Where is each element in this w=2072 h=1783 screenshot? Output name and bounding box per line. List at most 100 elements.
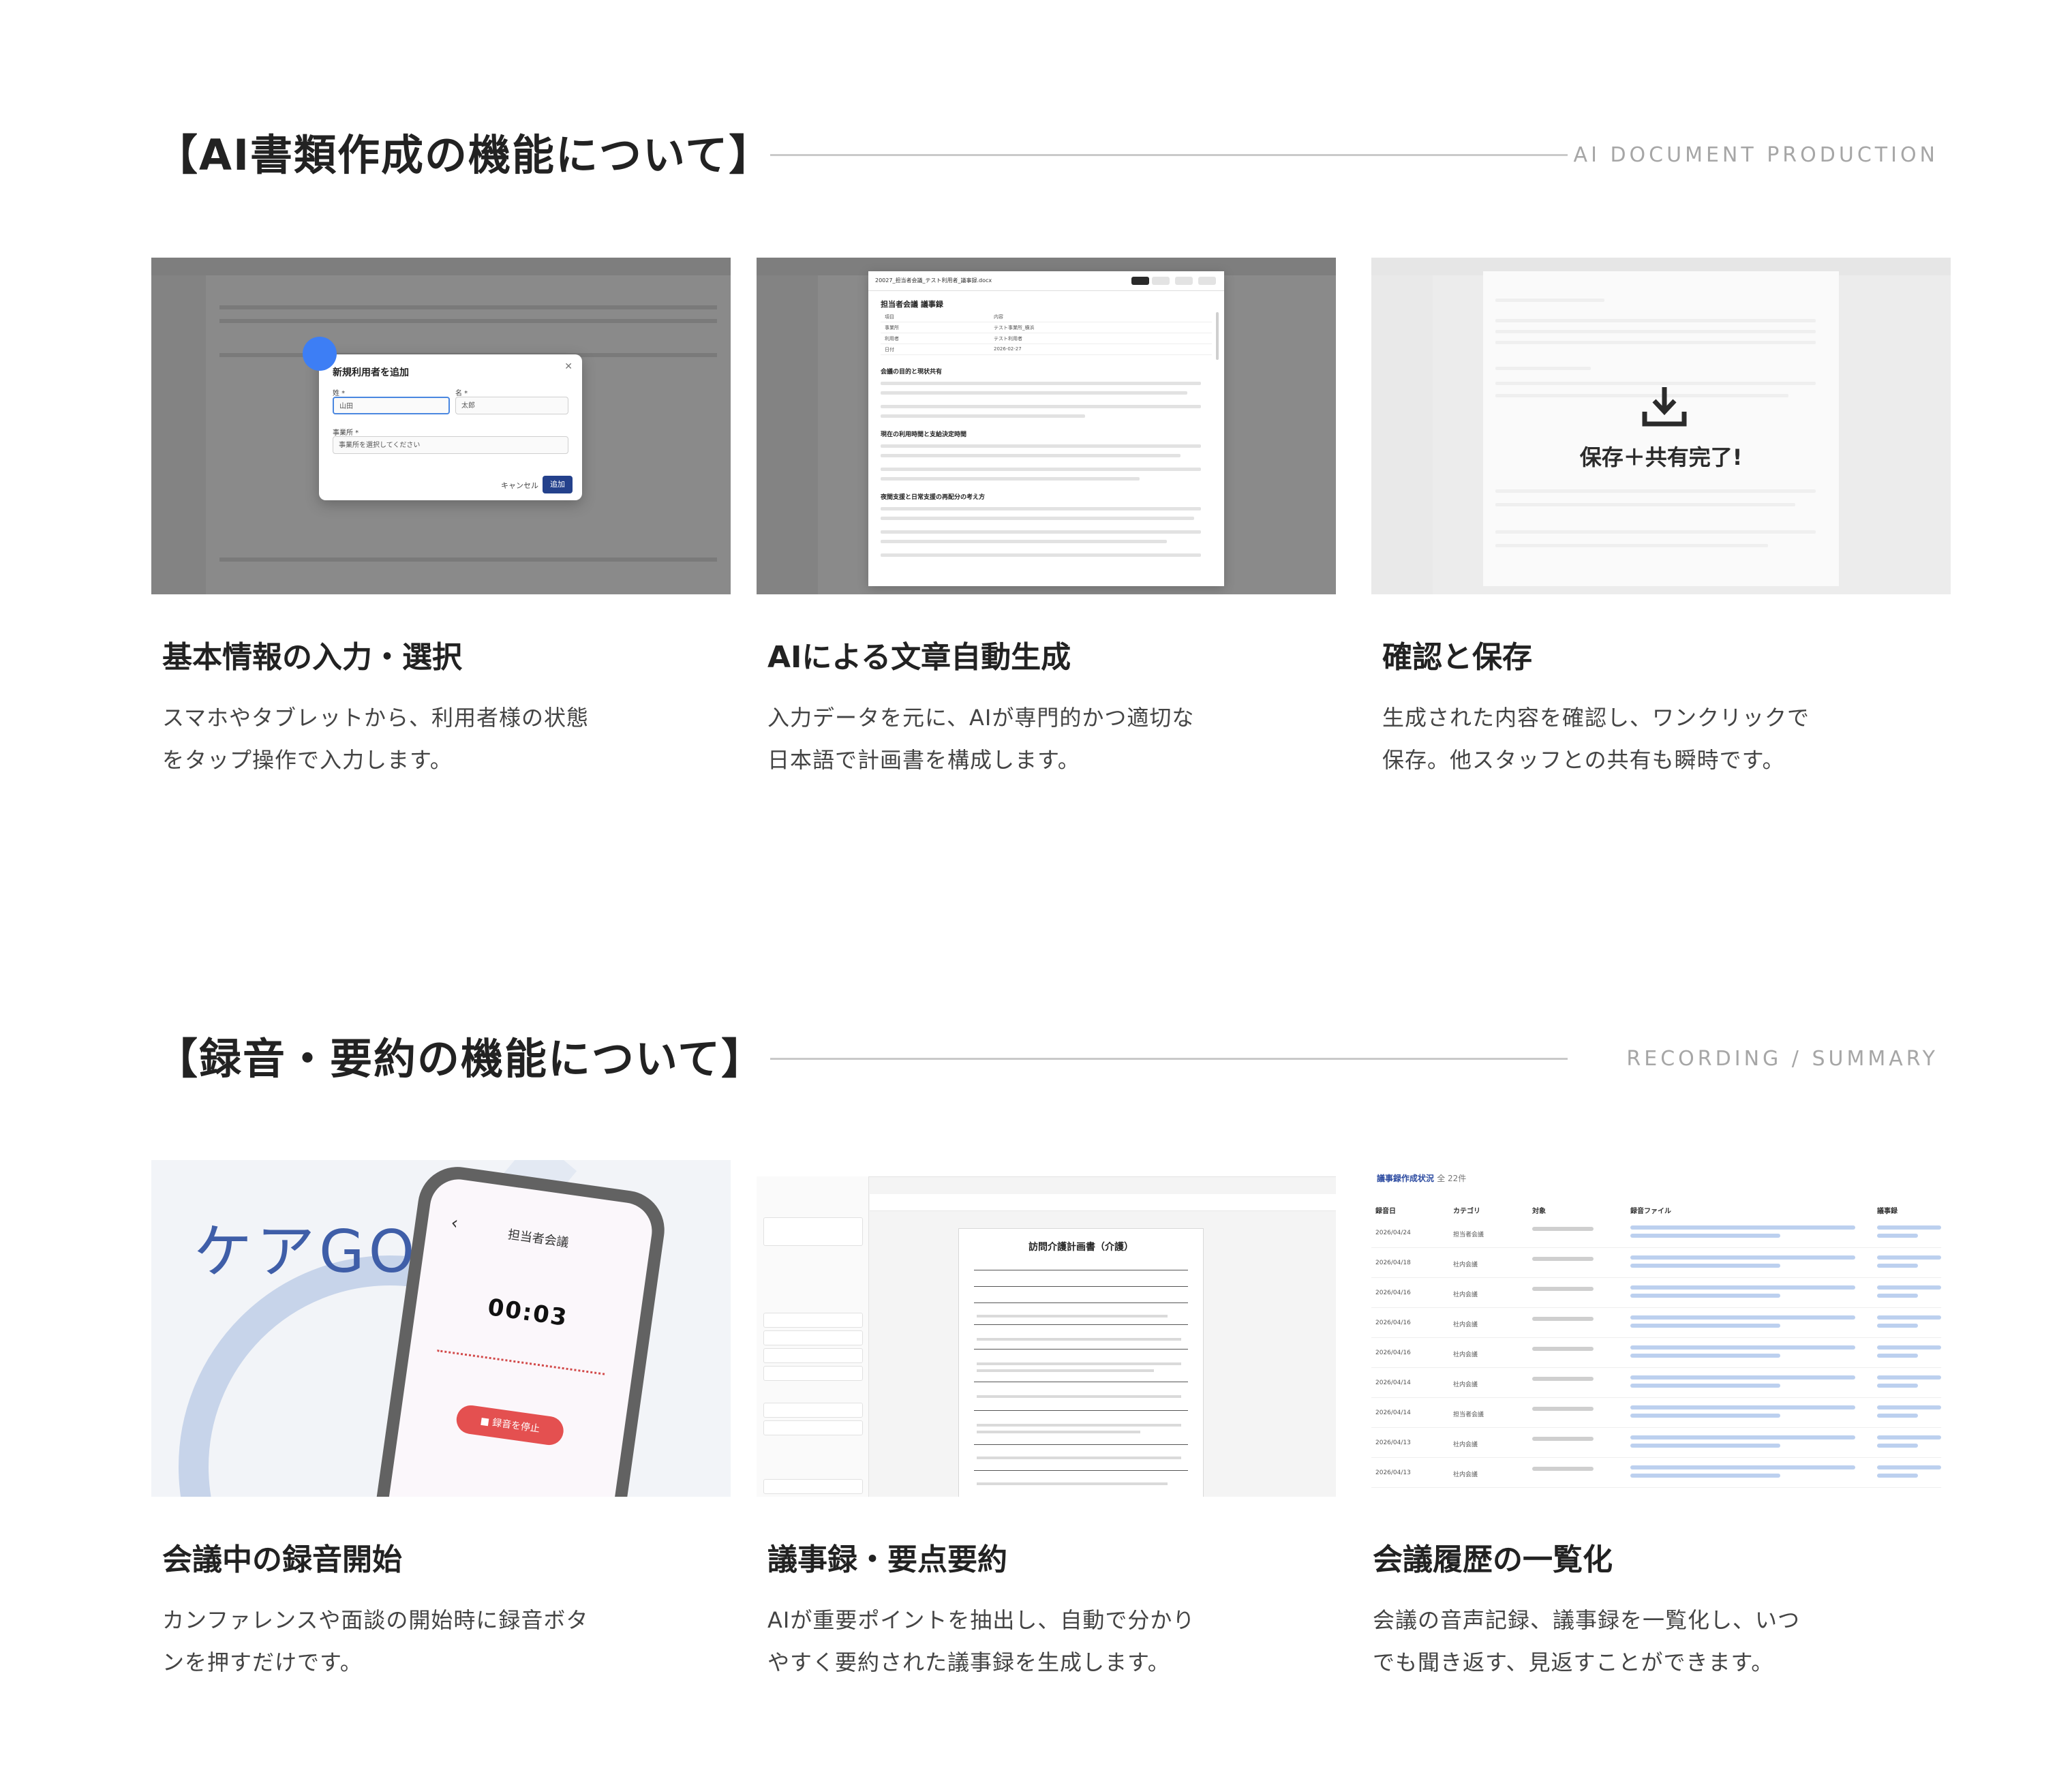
- card-description-line: でも聞き返す、見返すことができます。: [1373, 1649, 1774, 1675]
- row-audio-file-blurred[interactable]: [1630, 1255, 1855, 1260]
- row-date: 2026/04/16: [1375, 1350, 1411, 1356]
- row-audio-file-blurred[interactable]: [1630, 1294, 1780, 1298]
- row-minutes-blurred[interactable]: [1877, 1315, 1941, 1320]
- office-select[interactable]: 事業所を選択してください: [333, 436, 568, 454]
- row-audio-file-blurred[interactable]: [1630, 1264, 1780, 1268]
- list-item[interactable]: [763, 1366, 863, 1381]
- row-minutes-blurred[interactable]: [1877, 1324, 1918, 1328]
- row-audio-file-blurred[interactable]: [1630, 1414, 1780, 1418]
- last-name-input[interactable]: 山田: [333, 397, 450, 414]
- row-minutes-blurred[interactable]: [1877, 1354, 1918, 1358]
- row-category: 社内会議: [1453, 1292, 1478, 1298]
- row-date: 2026/04/13: [1375, 1439, 1411, 1446]
- row-audio-file-blurred[interactable]: [1630, 1285, 1855, 1290]
- info-table-row: 事業所 テスト事業所_横浜: [881, 323, 1212, 333]
- row-minutes-blurred[interactable]: [1877, 1444, 1918, 1448]
- info-table-row: 項目 内容: [881, 312, 1212, 322]
- card-description: AIが重要ポイントを抽出し、自動で分かり やすく要約された議事録を生成します。: [767, 1599, 1245, 1683]
- close-icon[interactable]: ✕: [564, 361, 573, 372]
- row-minutes-blurred[interactable]: [1877, 1384, 1918, 1388]
- card-title: 議事録・要点要約: [767, 1542, 1007, 1577]
- table-row[interactable]: 2026/04/16 社内会議: [1371, 1277, 1941, 1308]
- row-audio-file-blurred[interactable]: [1630, 1405, 1855, 1409]
- feature-card-input: 新規利用者を追加 ✕ 姓 * 名 * 山田 太郎 事業所 * 事業所を選択してく…: [151, 258, 731, 781]
- row-minutes-blurred[interactable]: [1877, 1285, 1941, 1290]
- row-minutes-blurred[interactable]: [1877, 1375, 1941, 1380]
- row-target-blurred: [1532, 1377, 1594, 1381]
- list-item[interactable]: [763, 1348, 863, 1363]
- toolbar-button[interactable]: [1198, 277, 1216, 285]
- text-line: [881, 414, 1085, 418]
- row-minutes-blurred[interactable]: [1877, 1435, 1941, 1439]
- toolbar-button[interactable]: [1131, 277, 1149, 285]
- document-preview-faded: [1483, 271, 1839, 586]
- list-item[interactable]: [763, 1330, 863, 1345]
- row-minutes-blurred[interactable]: [1877, 1234, 1918, 1238]
- screenshot-meeting-history: 議事録作成状況 全 22件 録音日 カテゴリ 対象 録音ファイル 議事録 202…: [1362, 1160, 1941, 1497]
- scrollbar[interactable]: [1216, 312, 1219, 360]
- cancel-button[interactable]: キャンセル: [501, 480, 538, 491]
- row-audio-file-blurred[interactable]: [1630, 1465, 1855, 1469]
- info-key: 事業所: [885, 325, 899, 331]
- table-row[interactable]: 2026/04/24 担当者会議: [1371, 1217, 1941, 1248]
- recording-timer: 00:03: [486, 1294, 570, 1332]
- row-minutes-blurred[interactable]: [1877, 1345, 1941, 1350]
- stop-recording-button[interactable]: ■ 録音を停止: [455, 1403, 566, 1447]
- row-audio-file-blurred[interactable]: [1630, 1345, 1855, 1350]
- row-minutes-blurred[interactable]: [1877, 1294, 1918, 1298]
- row-audio-file-blurred[interactable]: [1630, 1444, 1780, 1448]
- row-minutes-blurred[interactable]: [1877, 1255, 1941, 1260]
- row-minutes-blurred[interactable]: [1877, 1474, 1918, 1478]
- row-date: 2026/04/14: [1375, 1409, 1411, 1416]
- row-category: 社内会議: [1453, 1472, 1478, 1478]
- text-line: [1495, 299, 1604, 302]
- row-minutes-blurred[interactable]: [1877, 1405, 1941, 1409]
- toolbar-button[interactable]: [1152, 277, 1170, 285]
- row-audio-file-blurred[interactable]: [1630, 1474, 1780, 1478]
- document-preview: 20027_担当者会議_テスト利用者_議事録.docx 担当者会議 議事録 項目…: [868, 271, 1224, 586]
- row-audio-file-blurred[interactable]: [1630, 1225, 1855, 1230]
- table-row[interactable]: 2026/04/16 社内会議: [1371, 1307, 1941, 1338]
- info-table-row: 利用者 テスト利用者: [881, 334, 1212, 344]
- table-row[interactable]: 2026/04/14 担当者会議: [1371, 1397, 1941, 1428]
- list-item[interactable]: [763, 1420, 863, 1435]
- card-description: 入力データを元に、AIが専門的かつ適切な 日本語で計画書を構成します。: [767, 697, 1245, 781]
- info-table-row: 日付 2026-02-27: [881, 345, 1212, 355]
- row-minutes-blurred[interactable]: [1877, 1465, 1941, 1469]
- text-line: [881, 553, 1201, 557]
- list-item[interactable]: [763, 1217, 863, 1246]
- row-audio-file-blurred[interactable]: [1630, 1375, 1855, 1380]
- text-line: [977, 1362, 1181, 1365]
- column-header: 対象: [1532, 1208, 1546, 1215]
- table-row[interactable]: 2026/04/14 社内会議: [1371, 1367, 1941, 1398]
- table-row[interactable]: 2026/04/13 社内会議: [1371, 1457, 1941, 1488]
- row-minutes-blurred[interactable]: [1877, 1264, 1918, 1268]
- info-value: テスト利用者: [994, 336, 1022, 341]
- form-line: [974, 1470, 1188, 1471]
- table-row[interactable]: 2026/04/16 社内会議: [1371, 1337, 1941, 1368]
- text-line: [977, 1482, 1168, 1485]
- first-name-input[interactable]: 太郎: [455, 397, 568, 414]
- list-item[interactable]: [763, 1479, 863, 1494]
- row-target-blurred: [1532, 1317, 1594, 1321]
- row-minutes-blurred[interactable]: [1877, 1225, 1941, 1230]
- list-item[interactable]: [763, 1403, 863, 1418]
- card-description-line: スマホやタブレットから、利用者様の状態: [162, 705, 590, 731]
- row-audio-file-blurred[interactable]: [1630, 1315, 1855, 1320]
- table-row[interactable]: 2026/04/18 社内会議: [1371, 1247, 1941, 1278]
- row-minutes-blurred[interactable]: [1877, 1414, 1918, 1418]
- app-sidebar: [757, 275, 818, 594]
- document-toolbar: 20027_担当者会議_テスト利用者_議事録.docx: [868, 271, 1224, 291]
- row-audio-file-blurred[interactable]: [1630, 1384, 1780, 1388]
- last-name-label: 姓 *: [333, 390, 346, 397]
- list-item[interactable]: [763, 1313, 863, 1328]
- table-row[interactable]: 2026/04/13 社内会議: [1371, 1427, 1941, 1458]
- row-category: 社内会議: [1453, 1322, 1478, 1328]
- file-list-panel: [757, 1176, 869, 1497]
- row-audio-file-blurred[interactable]: [1630, 1435, 1855, 1439]
- row-audio-file-blurred[interactable]: [1630, 1354, 1780, 1358]
- row-audio-file-blurred[interactable]: [1630, 1234, 1780, 1238]
- row-audio-file-blurred[interactable]: [1630, 1324, 1780, 1328]
- toolbar-button[interactable]: [1175, 277, 1193, 285]
- add-button[interactable]: 追加: [543, 476, 573, 493]
